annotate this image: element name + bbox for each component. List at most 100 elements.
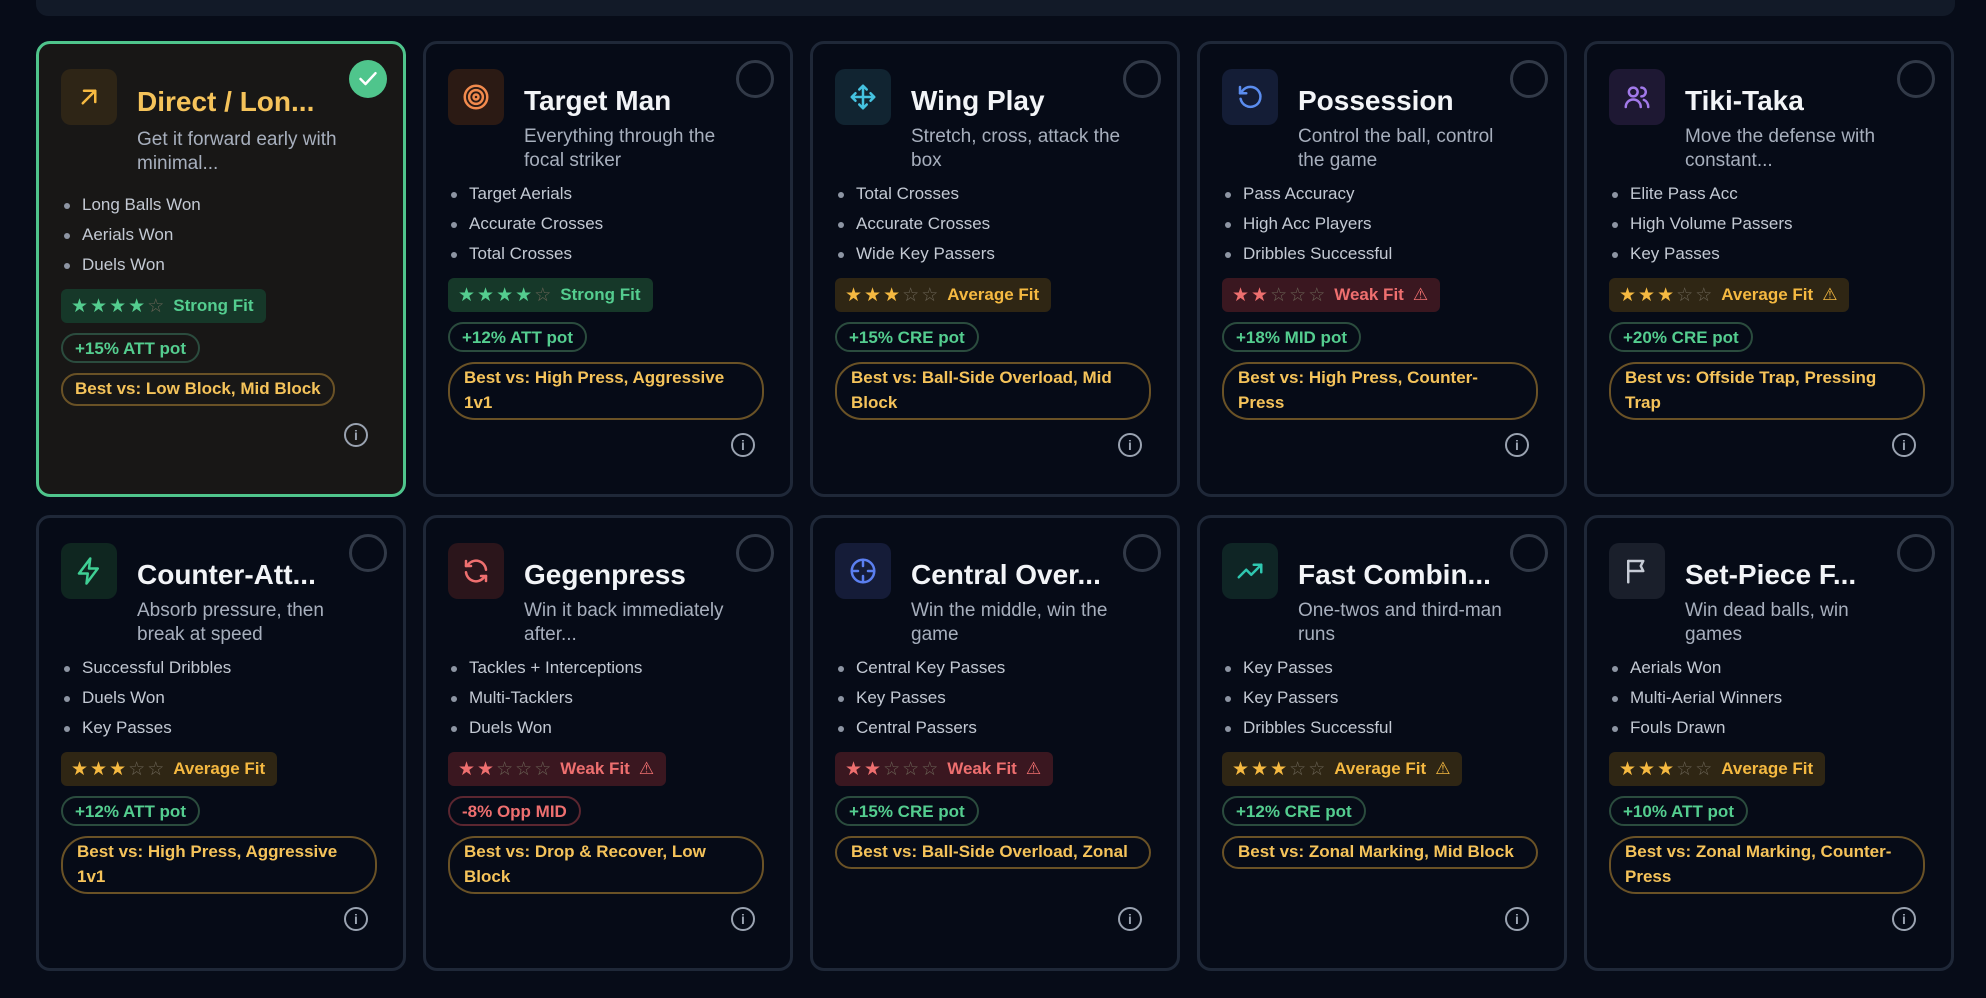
star-filled-icon: ★	[109, 758, 127, 780]
best-vs-badge: Best vs: Low Block, Mid Block	[61, 373, 335, 406]
star-rating: ★ ★ ☆ ☆ ☆	[1232, 286, 1325, 305]
star-filled-icon: ★	[90, 295, 108, 317]
tactic-card[interactable]: Target Man Everything through the focal s…	[423, 41, 793, 497]
fit-label: Strong Fit	[173, 296, 254, 315]
star-empty-icon: ☆	[147, 295, 165, 317]
star-filled-icon: ★	[90, 758, 108, 780]
star-filled-icon: ★	[458, 758, 476, 780]
tactic-card[interactable]: Wing Play Stretch, cross, attack the box T…	[810, 41, 1180, 497]
metric-item: Key Passes	[1222, 653, 1392, 683]
tactic-card[interactable]: Central Over... Win the middle, win the g…	[810, 515, 1180, 971]
fit-label: Weak Fit	[560, 759, 630, 778]
tactic-title: Possession	[1298, 85, 1454, 116]
best-vs-prefix: Best vs:	[464, 368, 535, 387]
info-icon[interactable]: i	[731, 433, 755, 457]
tactic-card[interactable]: Tiki-Taka Move the defense with constant.…	[1584, 41, 1954, 497]
star-rating: ★ ★ ★ ☆ ☆	[1619, 286, 1712, 305]
metric-item: Duels Won	[61, 250, 201, 280]
info-icon[interactable]: i	[344, 907, 368, 931]
star-filled-icon: ★	[1251, 758, 1269, 780]
info-icon[interactable]: i	[1892, 433, 1916, 457]
star-filled-icon: ★	[1619, 284, 1637, 306]
star-empty-icon: ☆	[1676, 284, 1694, 306]
move-arrows-icon	[835, 69, 891, 125]
star-filled-icon: ★	[1657, 758, 1675, 780]
best-vs-prefix: Best vs:	[75, 379, 146, 398]
tactic-card[interactable]: Counter-Att... Absorb pressure, then brea…	[36, 515, 406, 971]
star-empty-icon: ☆	[1308, 758, 1326, 780]
metric-item: Pass Accuracy	[1222, 179, 1392, 209]
star-rating: ★ ★ ☆ ☆ ☆	[845, 760, 938, 779]
fit-label: Weak Fit	[947, 759, 1017, 778]
fit-badge: ★ ★ ★ ★ ☆ Strong Fit	[448, 278, 653, 312]
star-filled-icon: ★	[845, 284, 863, 306]
tactic-description: Win it back immediately after...	[524, 600, 724, 645]
metric-list: Central Key Passes Key Passes Central Pass…	[835, 653, 1005, 743]
info-icon[interactable]: i	[1118, 907, 1142, 931]
best-vs-value: Ball-Side Overload, Zonal	[921, 842, 1128, 861]
star-empty-icon: ☆	[1676, 758, 1694, 780]
potential-badge: +12% CRE pot	[1222, 796, 1366, 826]
tactic-card[interactable]: Fast Combin... One-twos and third-man run…	[1197, 515, 1567, 971]
info-icon[interactable]: i	[1505, 907, 1529, 931]
fit-label: Average Fit	[1334, 759, 1427, 778]
best-vs-badge: Best vs: Offside Trap, Pressing Trap	[1609, 362, 1925, 420]
star-filled-icon: ★	[1638, 758, 1656, 780]
metric-item: Multi-Aerial Winners	[1609, 683, 1782, 713]
metric-item: Key Passes	[61, 713, 231, 743]
tactic-description: Control the ball, control the game	[1298, 126, 1494, 171]
tactic-card[interactable]: Set-Piece F... Win dead balls, win games A…	[1584, 515, 1954, 971]
tactic-description: Everything through the focal striker	[524, 126, 716, 171]
star-filled-icon: ★	[1232, 284, 1250, 306]
metric-item: Fouls Drawn	[1609, 713, 1782, 743]
star-rating: ★ ★ ☆ ☆ ☆	[458, 760, 551, 779]
star-empty-icon: ☆	[883, 758, 901, 780]
refresh-icon	[448, 543, 504, 599]
star-filled-icon: ★	[496, 284, 514, 306]
tactic-title: Tiki-Taka	[1685, 85, 1804, 116]
metric-list: Target Aerials Accurate Crosses Total Cros…	[448, 179, 603, 269]
tactic-title: Target Man	[524, 85, 672, 116]
star-empty-icon: ☆	[1308, 284, 1326, 306]
best-vs-badge: Best vs: High Press, Aggressive 1v1	[61, 836, 377, 894]
tactic-card[interactable]: Gegenpress Win it back immediately after.…	[423, 515, 793, 971]
star-filled-icon: ★	[1638, 284, 1656, 306]
star-rating: ★ ★ ★ ★ ☆	[458, 286, 551, 305]
star-empty-icon: ☆	[1289, 284, 1307, 306]
metric-item: Accurate Crosses	[448, 209, 603, 239]
potential-badge: +15% CRE pot	[835, 796, 979, 826]
target-icon	[448, 69, 504, 125]
star-rating: ★ ★ ★ ★ ☆	[71, 297, 164, 316]
star-rating: ★ ★ ★ ☆ ☆	[845, 286, 938, 305]
best-vs-prefix: Best vs:	[1238, 368, 1309, 387]
star-empty-icon: ☆	[921, 284, 939, 306]
fit-badge: ★ ★ ★ ☆ ☆ Average Fit	[1609, 752, 1826, 786]
tactic-card[interactable]: Direct / Lon... Get it forward early with…	[36, 41, 406, 497]
star-filled-icon: ★	[71, 295, 89, 317]
metric-item: Central Key Passes	[835, 653, 1005, 683]
best-vs-prefix: Best vs:	[851, 842, 922, 861]
info-icon[interactable]: i	[1892, 907, 1916, 931]
fit-label: Average Fit	[1721, 285, 1814, 304]
tactic-description: Win dead balls, win games	[1685, 600, 1849, 645]
users-icon	[1609, 69, 1665, 125]
potential-badge: +18% MID pot	[1222, 322, 1361, 352]
best-vs-prefix: Best vs:	[851, 368, 922, 387]
fit-label: Average Fit	[947, 285, 1040, 304]
fit-label: Average Fit	[1721, 759, 1814, 778]
potential-badge: +15% ATT pot	[61, 333, 200, 363]
star-filled-icon: ★	[1251, 284, 1269, 306]
star-filled-icon: ★	[477, 284, 495, 306]
metric-list: Long Balls Won Aerials Won Duels Won	[61, 190, 201, 280]
info-icon[interactable]: i	[731, 907, 755, 931]
tactic-description: Absorb pressure, then break at speed	[137, 600, 324, 645]
info-icon[interactable]: i	[1118, 433, 1142, 457]
metric-item: Aerials Won	[1609, 653, 1782, 683]
fit-badge: ★ ★ ☆ ☆ ☆ Weak Fit ⚠	[1222, 278, 1441, 312]
info-icon[interactable]: i	[1505, 433, 1529, 457]
star-filled-icon: ★	[477, 758, 495, 780]
info-icon[interactable]: i	[344, 423, 368, 447]
tactic-card[interactable]: Possession Control the ball, control the …	[1197, 41, 1567, 497]
best-vs-badge: Best vs: Ball-Side Overload, Mid Block	[835, 362, 1151, 420]
metric-list: Aerials Won Multi-Aerial Winners Fouls Dra…	[1609, 653, 1782, 743]
